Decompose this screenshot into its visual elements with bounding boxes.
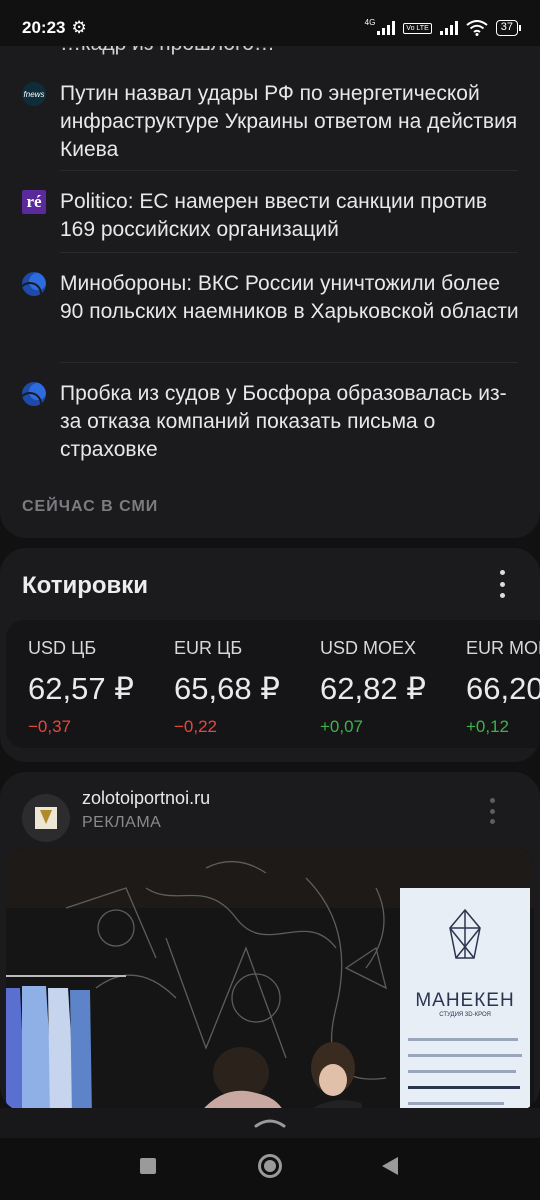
quote-value: 62,57 ₽	[28, 671, 134, 706]
ad-image[interactable]: МАНЕКЕН СТУДИЯ 3D-КРОЯ	[6, 848, 534, 1112]
home-button[interactable]	[258, 1154, 282, 1178]
quote-value: 65,68 ₽	[174, 671, 280, 706]
quote-change: −0,37	[28, 717, 72, 736]
bottom-sheet-handle[interactable]	[0, 1108, 540, 1138]
status-time: 20:23	[22, 18, 66, 37]
banner-text-line	[408, 1038, 518, 1041]
quote-change: +0,07	[320, 717, 364, 736]
quote-value: 62,82 ₽	[320, 671, 426, 706]
more-options-icon[interactable]	[498, 570, 506, 598]
divider	[60, 362, 518, 363]
ad-domain[interactable]: zolotoiportnoi.ru	[82, 788, 210, 809]
volte-icon: Vo LTE	[403, 22, 432, 34]
quote-change: +0,12	[466, 717, 510, 736]
quotes-title: Котировки	[22, 572, 149, 599]
globe-logo-icon	[22, 272, 46, 296]
ad-more-options-icon[interactable]	[490, 798, 496, 824]
quote-name: USD ЦБ	[28, 638, 97, 658]
news-title[interactable]: Минобороны: ВКС России уничтожили более …	[60, 270, 520, 326]
quotes-card: Котировки USD ЦБ 62,57 ₽ −0,37 EUR ЦБ 65…	[0, 548, 540, 762]
signal-icon-2	[439, 21, 458, 35]
quote-item[interactable]: USD ЦБ 62,57 ₽ −0,37	[28, 638, 134, 737]
quote-value: 66,20 ₽	[466, 671, 540, 706]
quote-item[interactable]: EUR MOEX 66,20 ₽ +0,12	[466, 638, 540, 737]
network-type: 4G	[364, 17, 376, 27]
news-title[interactable]: Пробка из судов у Босфора образовалась и…	[60, 380, 520, 464]
news-footer-link[interactable]: СЕЙЧАС В СМИ	[22, 498, 158, 516]
quotes-carousel[interactable]: USD ЦБ 62,57 ₽ −0,37 EUR ЦБ 65,68 ₽ −0,2…	[6, 620, 540, 748]
banner-subtitle: СТУДИЯ 3D-КРОЯ	[439, 1012, 491, 1018]
status-icons: 4G Vo LTE 37	[364, 17, 522, 36]
wifi-icon	[466, 20, 488, 36]
mannequin-logo-icon	[449, 908, 481, 959]
chevron-up-icon[interactable]	[254, 1116, 286, 1128]
banner-text-line	[408, 1102, 504, 1105]
re-logo-icon: ré	[22, 190, 46, 214]
banner-text-line	[408, 1086, 520, 1089]
banner-text-line	[408, 1054, 522, 1057]
quote-name: EUR ЦБ	[174, 638, 243, 658]
recents-button[interactable]	[140, 1158, 156, 1174]
divider	[60, 170, 518, 171]
ad-banner: МАНЕКЕН СТУДИЯ 3D-КРОЯ	[400, 888, 530, 1112]
news-title[interactable]: Politico: ЕС намерен ввести санкции прот…	[60, 188, 520, 244]
globe-logo-icon	[22, 382, 46, 406]
divider	[60, 252, 518, 253]
back-button[interactable]	[382, 1157, 398, 1175]
news-card: …кадр из прошлого… fnews Путин назвал уд…	[0, 46, 540, 538]
banner-text-line	[408, 1070, 516, 1073]
quote-item[interactable]: EUR ЦБ 65,68 ₽ −0,22	[174, 638, 280, 737]
quote-change: −0,22	[174, 717, 218, 736]
battery-icon: 37	[495, 20, 522, 36]
system-nav-bar	[0, 1138, 540, 1200]
news-peek-text: …кадр из прошлого…	[60, 46, 275, 56]
quote-name: USD MOEX	[320, 638, 417, 658]
signal-icon	[377, 21, 396, 35]
advertiser-logo-icon	[22, 794, 70, 842]
quote-name: EUR MOEX	[466, 638, 540, 658]
ad-label: РЕКЛАМА	[82, 814, 162, 831]
news-title[interactable]: Путин назвал удары РФ по энергетической …	[60, 80, 520, 164]
quote-item[interactable]: USD MOEX 62,82 ₽ +0,07	[320, 638, 426, 737]
fnews-logo-icon: fnews	[22, 82, 46, 106]
banner-brand: МАНЕКЕН	[415, 990, 515, 1011]
gear-icon: ⚙	[71, 18, 87, 37]
ad-card[interactable]: zolotoiportnoi.ru РЕКЛАМА МАНЕКЕН СТУДИЯ…	[0, 772, 540, 1112]
